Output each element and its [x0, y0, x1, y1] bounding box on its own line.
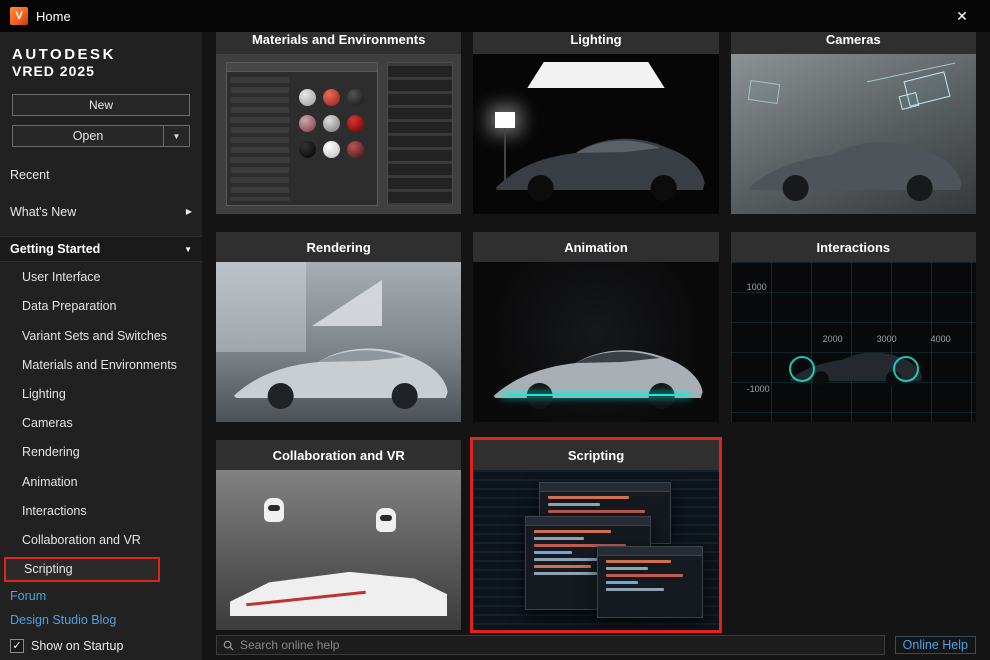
card-scripting[interactable]: Scripting [470, 437, 722, 633]
card-thumbnail: 1000 2000 3000 4000 -1000 [730, 262, 976, 422]
sidebar-item-data-preparation[interactable]: Data Preparation [0, 292, 202, 321]
code-editor-window [597, 546, 704, 618]
card-title: Scripting [473, 440, 719, 470]
title-bar: V Home ✕ [0, 0, 990, 32]
show-on-startup-row: ✓ Show on Startup [0, 632, 202, 660]
card-thumbnail [216, 262, 462, 422]
hotspot-ring [892, 356, 919, 382]
underglow-light [502, 394, 690, 396]
window-title: Home [36, 8, 71, 24]
sidebar-section-getting-started[interactable]: Getting Started ▼ [0, 235, 202, 263]
forum-link[interactable]: Forum [0, 585, 202, 609]
car-silhouette [493, 350, 703, 409]
card-thumbnail [216, 54, 462, 214]
card-lighting[interactable]: Lighting [473, 32, 719, 214]
whats-new-label: What's New [10, 204, 77, 219]
sidebar-item-variant-sets[interactable]: Variant Sets and Switches [0, 321, 202, 350]
sidebar-item-scripting[interactable]: Scripting [4, 556, 160, 582]
sidebar-item-cameras[interactable]: Cameras [0, 409, 202, 438]
search-box[interactable] [216, 635, 885, 655]
card-grid: Materials and Environments Lighting Came… [216, 32, 976, 633]
sidebar: AUTODESK VRED 2025 New Open ▼ Recent Wha… [0, 32, 202, 660]
brand-logo: AUTODESK VRED 2025 [0, 32, 202, 89]
sidebar-item-collaboration[interactable]: Collaboration and VR [0, 526, 202, 555]
open-canopy-door [312, 280, 382, 326]
design-studio-blog-link[interactable]: Design Studio Blog [0, 608, 202, 632]
search-icon [223, 640, 234, 651]
brand-line2: VRED 2025 [12, 63, 95, 80]
open-button[interactable]: Open [12, 125, 164, 148]
robot-avatar [264, 498, 284, 522]
card-interactions[interactable]: Interactions 1000 2000 3000 4000 -1000 [730, 232, 976, 422]
footer-bar: Online Help [202, 634, 990, 660]
recent-label: Recent [10, 168, 50, 183]
axis-label: 1000 [746, 282, 767, 292]
show-on-startup-label: Show on Startup [31, 638, 124, 653]
online-help-link[interactable]: Online Help [894, 636, 976, 654]
brand-line1: AUTODESK [12, 46, 116, 63]
ceiling-light [527, 62, 665, 88]
card-thumbnail [730, 54, 976, 214]
sidebar-nav: Recent What's New ▶ Getting Started ▼ Us… [0, 161, 202, 660]
open-dropdown-caret-icon[interactable]: ▼ [164, 125, 190, 148]
sidebar-item-lighting[interactable]: Lighting [0, 379, 202, 408]
chevron-right-icon: ▶ [185, 207, 192, 217]
car-silhouette [495, 138, 705, 201]
chevron-down-icon: ▼ [184, 244, 192, 254]
new-button[interactable]: New [12, 94, 190, 117]
card-animation[interactable]: Animation [473, 232, 719, 422]
card-title: Lighting [473, 32, 719, 54]
main-panel: Materials and Environments Lighting Came… [202, 32, 990, 660]
sidebar-item-interactions[interactable]: Interactions [0, 496, 202, 525]
card-title: Interactions [730, 232, 976, 262]
material-list [231, 77, 289, 201]
card-title: Cameras [730, 32, 976, 54]
hotspot-ring [788, 356, 815, 382]
car-silhouette [233, 348, 448, 409]
concept-car [230, 571, 448, 616]
sidebar-item-user-interface[interactable]: User Interface [0, 262, 202, 291]
card-thumbnail [473, 262, 719, 422]
card-thumbnail [473, 54, 719, 214]
show-on-startup-checkbox[interactable]: ✓ [10, 638, 24, 653]
card-rendering[interactable]: Rendering [216, 232, 462, 422]
getting-started-label: Getting Started [10, 242, 101, 257]
wireframe-camera-2 [747, 80, 780, 104]
close-button[interactable]: ✕ [944, 0, 980, 32]
wireframe-camera-lens [898, 92, 920, 110]
card-title: Animation [473, 232, 719, 262]
sidebar-item-animation[interactable]: Animation [0, 467, 202, 496]
car-silhouette [789, 352, 922, 387]
material-properties-panel [387, 62, 454, 206]
robot-avatar [376, 508, 396, 532]
card-materials-and-environments[interactable]: Materials and Environments [216, 32, 462, 214]
sidebar-item-recent[interactable]: Recent [0, 161, 202, 189]
card-collaboration-and-vr[interactable]: Collaboration and VR [216, 440, 462, 630]
sidebar-item-rendering[interactable]: Rendering [0, 438, 202, 467]
card-title: Rendering [216, 232, 462, 262]
open-split-button: Open ▼ [12, 125, 190, 148]
home-window: V Home ✕ AUTODESK VRED 2025 New Open ▼ R… [0, 0, 990, 660]
card-grid-wrap: Materials and Environments Lighting Came… [202, 32, 990, 634]
search-input[interactable] [240, 638, 878, 652]
vred-logo-icon: V [10, 7, 28, 25]
card-cameras[interactable]: Cameras [730, 32, 976, 214]
car-silhouette [748, 142, 962, 201]
card-title: Materials and Environments [216, 32, 462, 54]
sidebar-item-whats-new[interactable]: What's New ▶ [0, 198, 202, 226]
card-thumbnail [473, 470, 719, 630]
content-area: AUTODESK VRED 2025 New Open ▼ Recent Wha… [0, 32, 990, 660]
card-title: Collaboration and VR [216, 440, 462, 470]
sidebar-item-materials[interactable]: Materials and Environments [0, 350, 202, 379]
material-editor-window [226, 62, 378, 206]
card-thumbnail [216, 470, 462, 630]
